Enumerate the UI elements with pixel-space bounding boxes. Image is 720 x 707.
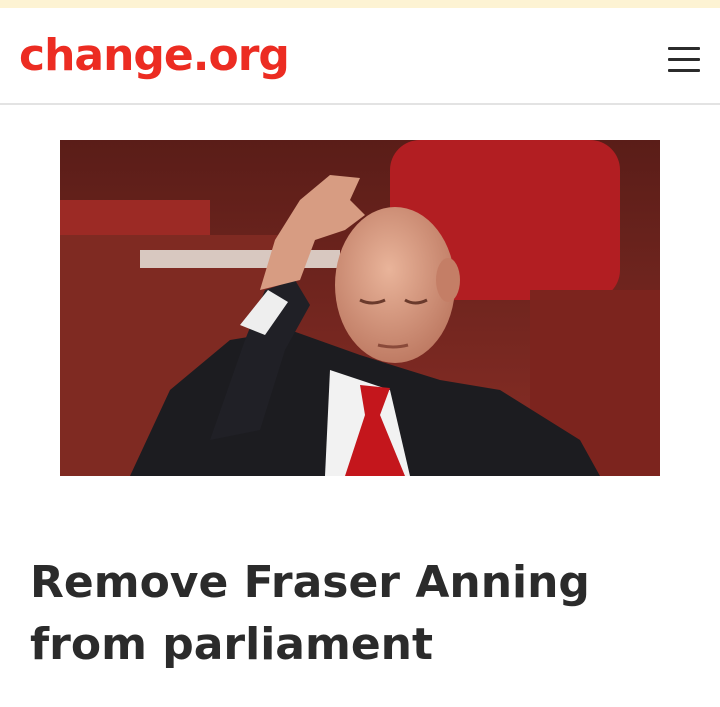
site-header: change.org	[0, 8, 720, 105]
hero-photo	[60, 140, 660, 476]
petition-title: Remove Fraser Anning from parliament	[30, 557, 590, 670]
petition-hero-image	[60, 140, 660, 476]
menu-button[interactable]	[660, 38, 708, 78]
top-banner-strip	[0, 0, 720, 8]
change-org-logo[interactable]: change.org	[19, 28, 290, 84]
